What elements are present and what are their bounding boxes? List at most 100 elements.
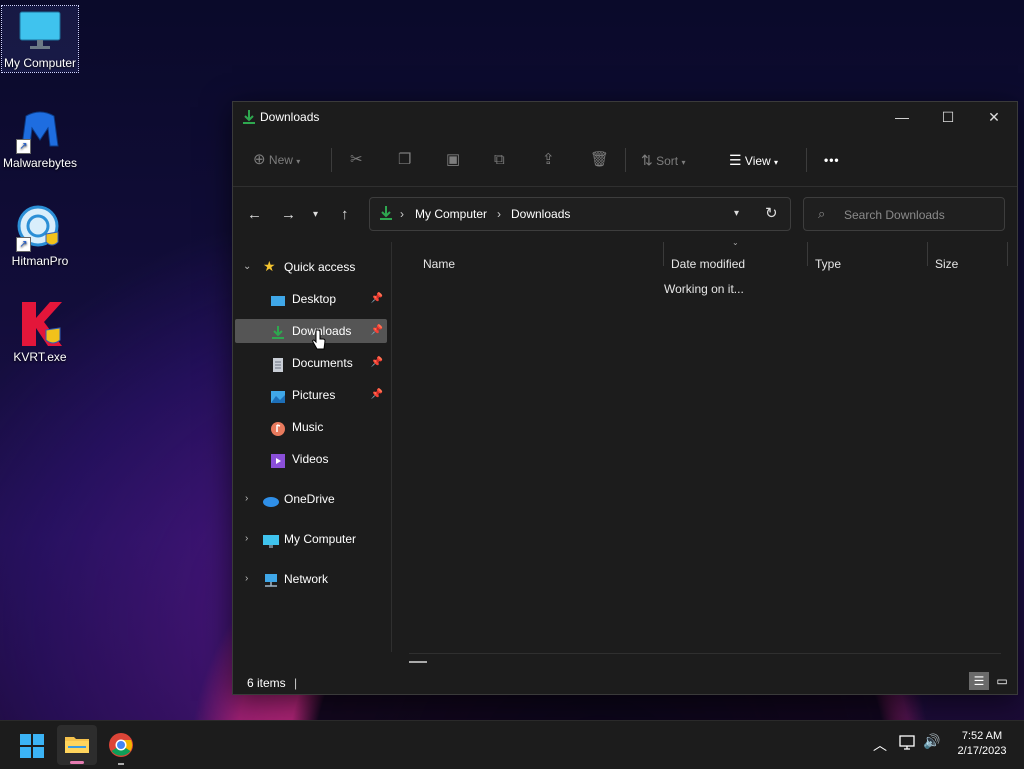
status-divider: | <box>294 676 298 690</box>
show-hidden-icons-button[interactable]: ︿ <box>873 735 887 755</box>
new-button[interactable]: ⊕ New ▾ <box>253 142 300 178</box>
desktop-icon-kvrt[interactable]: KVRT.exe <box>2 300 78 364</box>
pin-icon: 📌 <box>370 389 383 400</box>
tiles-view-button[interactable]: ▭ <box>992 672 1012 690</box>
sidebar-item-label: Quick access <box>284 260 356 274</box>
sidebar-item-onedrive[interactable]: OneDrive <box>235 487 387 511</box>
taskbar-file-explorer[interactable] <box>57 725 97 765</box>
column-header-type[interactable]: Type <box>815 252 841 276</box>
sidebar-item-my-computer[interactable]: My Computer <box>235 527 387 551</box>
address-dropdown-button[interactable]: ▾ <box>734 208 739 219</box>
network-status-icon[interactable] <box>899 735 917 754</box>
new-label: New <box>268 153 293 167</box>
search-icon: ⌕ <box>818 206 826 221</box>
chevron-right-icon: › <box>400 207 404 221</box>
address-bar[interactable]: › My Computer › Downloads ▾ ↻ <box>369 197 791 231</box>
monitor-icon <box>16 6 64 54</box>
monitor-icon <box>263 532 279 548</box>
desktop-icon-label: My Computer <box>3 56 77 70</box>
title-bar[interactable]: Downloads — ☐ ✕ <box>233 102 1017 132</box>
sidebar-item-desktop[interactable]: Desktop 📌 <box>235 287 387 311</box>
desktop-icon-my-computer[interactable]: My Computer <box>1 5 79 73</box>
document-icon <box>271 356 285 372</box>
plus-icon: ⊕ <box>253 151 266 168</box>
share-button[interactable]: ⇪ <box>542 142 555 178</box>
maximize-button[interactable]: ☐ <box>925 102 971 132</box>
desktop-icon-label: Malwarebytes <box>2 156 78 170</box>
close-button[interactable]: ✕ <box>971 102 1017 132</box>
sidebar-item-label: Network <box>284 572 329 586</box>
more-options-button[interactable]: ••• <box>824 142 840 178</box>
star-icon: ★ <box>263 258 276 274</box>
search-input[interactable]: Search Downloads <box>844 208 945 222</box>
forward-button[interactable]: → <box>281 206 296 223</box>
recent-locations-button[interactable]: ▾ <box>313 209 318 220</box>
refresh-button[interactable]: ↻ <box>765 204 778 222</box>
paste-button[interactable]: ▣ <box>446 142 460 178</box>
sidebar-item-network[interactable]: Network <box>235 567 387 591</box>
active-app-indicator <box>70 761 84 764</box>
sidebar-item-label: Desktop <box>292 292 337 306</box>
details-view-icon: ☰ <box>973 674 985 688</box>
view-list-icon: ☰ <box>729 152 742 168</box>
column-divider <box>663 242 664 266</box>
download-icon <box>242 109 256 128</box>
shortcut-arrow-icon: ↗ <box>16 139 31 154</box>
search-box[interactable]: ⌕ Search Downloads <box>803 197 1005 231</box>
sidebar-item-label: Music <box>292 420 324 434</box>
toolbar-divider <box>625 148 626 172</box>
sidebar-item-videos[interactable]: Videos <box>235 447 387 471</box>
clock[interactable]: 7:52 AM 2/17/2023 <box>950 729 1014 759</box>
breadcrumb-my-computer[interactable]: My Computer <box>415 207 487 221</box>
breadcrumb-downloads[interactable]: Downloads <box>511 207 570 221</box>
download-icon <box>271 324 285 339</box>
cut-button[interactable]: ✂ <box>350 142 363 178</box>
view-button[interactable]: ☰ View ▾ <box>729 142 778 178</box>
delete-button[interactable]: 🗑 <box>590 142 609 178</box>
start-button[interactable] <box>20 734 44 761</box>
toolbar-divider <box>331 148 332 172</box>
file-explorer-window[interactable]: Downloads — ☐ ✕ ⊕ New ▾ ✂ ❐ ▣ ⧉ ⇪ 🗑 ⇅ So… <box>232 101 1018 695</box>
toolbar-divider-line <box>233 186 1017 187</box>
up-button[interactable]: ↑ <box>341 206 349 223</box>
sidebar-item-pictures[interactable]: Pictures 📌 <box>235 383 387 407</box>
desktop-icon-malwarebytes[interactable]: ↗ Malwarebytes <box>2 106 78 170</box>
running-app-indicator <box>118 763 124 765</box>
view-label: View <box>744 154 771 168</box>
minimize-button[interactable]: — <box>879 102 925 132</box>
pin-icon: 📌 <box>370 357 383 368</box>
sidebar-item-quick-access[interactable]: ★ Quick access <box>235 255 387 279</box>
sidebar-item-label: Pictures <box>292 388 336 402</box>
picture-icon <box>271 388 285 403</box>
sidebar-item-label: OneDrive <box>284 492 335 506</box>
network-icon <box>263 572 277 587</box>
volume-icon[interactable]: 🔊 <box>923 734 940 750</box>
desktop-icon-hitmanpro[interactable]: ↗ HitmanPro <box>2 204 78 268</box>
sidebar-item-label: Videos <box>292 452 329 466</box>
column-header-size[interactable]: Size <box>935 252 958 276</box>
horizontal-scrollbar-thumb[interactable] <box>409 661 427 663</box>
taskbar-chrome[interactable] <box>109 733 133 765</box>
navigation-pane: ⌄ ★ Quick access Desktop 📌 Downloads 📌 D… <box>233 242 392 652</box>
loading-text: Working on it... <box>664 282 744 296</box>
desktop-icon-label: HitmanPro <box>11 254 69 268</box>
scroll-track <box>409 653 1001 654</box>
sidebar-item-documents[interactable]: Documents 📌 <box>235 351 387 375</box>
folder-icon <box>65 737 89 753</box>
chevron-down-icon: ▾ <box>681 158 686 167</box>
column-header-date-modified[interactable]: Date modified <box>671 252 745 276</box>
rename-button[interactable]: ⧉ <box>494 142 505 178</box>
rename-icon: ⧉ <box>494 151 505 168</box>
copy-button[interactable]: ❐ <box>398 142 411 178</box>
music-icon <box>271 420 285 436</box>
sidebar-item-music[interactable]: Music <box>235 415 387 439</box>
column-divider <box>807 242 808 266</box>
sidebar-item-label: My Computer <box>284 532 357 546</box>
clipboard-icon: ▣ <box>446 151 461 168</box>
chrome-icon <box>109 733 133 757</box>
sort-button[interactable]: ⇅ Sort ▾ <box>641 142 685 178</box>
details-view-button[interactable]: ☰ <box>969 672 989 690</box>
column-header-name[interactable]: Name <box>423 252 455 276</box>
refresh-icon: ↻ <box>765 205 778 222</box>
back-button[interactable]: ← <box>247 206 262 223</box>
